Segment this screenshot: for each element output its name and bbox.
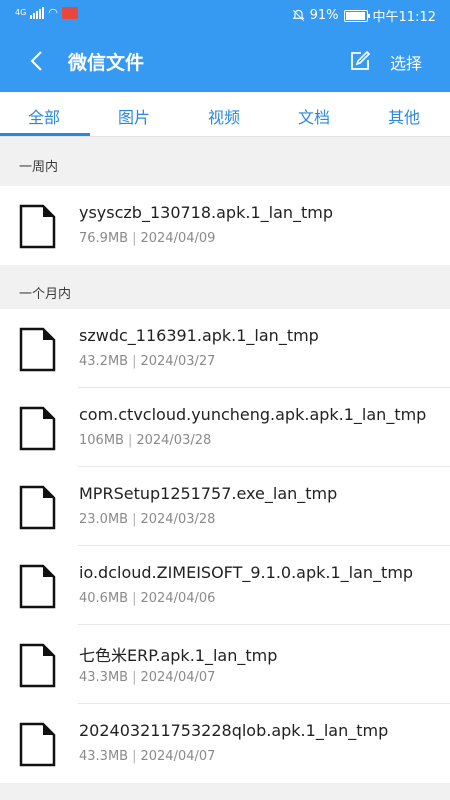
file-icon — [19, 204, 56, 249]
file-icon — [19, 406, 56, 451]
file-size: 40.6MB — [79, 591, 129, 606]
section-title: 一周内 — [19, 160, 59, 175]
file-date: 2024/04/07 — [140, 670, 216, 685]
file-size: 43.2MB — [79, 354, 129, 369]
signal-icon — [30, 6, 45, 19]
file-name: szwdc_116391.apk.1_lan_tmp — [79, 326, 319, 345]
file-row[interactable]: io.dcloud.ZIMEISOFT_9.1.0.apk.1_lan_tmp … — [0, 546, 450, 625]
file-icon — [19, 485, 56, 530]
category-tabs: 全部 图片 视频 文档 其他 — [0, 92, 450, 137]
file-size: 106MB — [79, 433, 124, 448]
file-row[interactable]: szwdc_116391.apk.1_lan_tmp 43.2MB | 2024/0… — [0, 309, 450, 388]
file-row[interactable]: 七色米ERP.apk.1_lan_tmp 43.3MB | 2024/04/07 — [0, 625, 450, 704]
back-arrow-icon[interactable] — [28, 50, 48, 72]
file-name: 202403211753228qlob.apk.1_lan_tmp — [79, 721, 389, 740]
file-date: 2024/04/09 — [140, 231, 216, 246]
file-date: 2024/03/28 — [140, 512, 216, 527]
file-date: 2024/03/28 — [136, 433, 212, 448]
app-notification-icon — [61, 6, 78, 19]
file-meta: 43.3MB | 2024/04/07 — [79, 749, 216, 764]
file-icon — [19, 327, 56, 372]
section-header-week: 一周内 — [0, 138, 450, 186]
file-name: MPRSetup1251757.exe_lan_tmp — [79, 484, 338, 503]
file-name: io.dcloud.ZIMEISOFT_9.1.0.apk.1_lan_tmp — [79, 563, 414, 582]
file-meta: 43.3MB | 2024/04/07 — [79, 670, 216, 685]
file-row[interactable]: ysysczb_130718.apk.1_lan_tmp 76.9MB | 2024… — [0, 186, 450, 265]
file-icon — [19, 643, 56, 688]
tab-images[interactable]: 图片 — [118, 104, 150, 128]
file-icon — [19, 564, 56, 609]
status-time: 中午11:12 — [372, 10, 436, 25]
select-button[interactable]: 选择 — [390, 50, 422, 74]
title-bar: 微信文件 选择 — [0, 30, 450, 92]
file-meta: 43.2MB | 2024/03/27 — [79, 354, 216, 369]
file-size: 43.3MB — [79, 749, 129, 764]
file-name: com.ctvcloud.yuncheng.apk.apk.1_lan_tmp — [79, 405, 427, 424]
battery-percent: 91% — [309, 8, 339, 23]
mute-bell-icon — [292, 9, 304, 22]
network-type: 4G — [15, 7, 27, 17]
tab-other[interactable]: 其他 — [388, 104, 420, 128]
section-title: 一个月内 — [19, 287, 72, 302]
file-icon — [19, 722, 56, 767]
status-right: 91% 中午11:12 — [292, 6, 436, 25]
file-meta: 23.0MB | 2024/03/28 — [79, 512, 216, 527]
file-meta: 106MB | 2024/03/28 — [79, 433, 212, 448]
tab-all[interactable]: 全部 — [28, 104, 60, 128]
page-title: 微信文件 — [68, 52, 145, 74]
battery-icon — [343, 9, 370, 22]
file-date: 2024/04/07 — [140, 749, 216, 764]
file-size: 23.0MB — [79, 512, 129, 527]
tab-indicator — [0, 133, 90, 136]
file-name: 七色米ERP.apk.1_lan_tmp — [79, 646, 278, 665]
file-date: 2024/04/06 — [140, 591, 216, 606]
file-row[interactable]: com.ctvcloud.yuncheng.apk.apk.1_lan_tmp … — [0, 388, 450, 467]
status-left: 4G ◠ — [15, 6, 78, 19]
tab-videos[interactable]: 视频 — [208, 104, 240, 128]
file-size: 43.3MB — [79, 670, 129, 685]
file-meta: 76.9MB | 2024/04/09 — [79, 231, 216, 246]
status-bar: 4G ◠ 91% 中午11:12 — [0, 0, 450, 30]
wifi-icon: ◠ — [48, 6, 58, 19]
file-row[interactable]: MPRSetup1251757.exe_lan_tmp 23.0MB | 2024/… — [0, 467, 450, 546]
file-meta: 40.6MB | 2024/04/06 — [79, 591, 216, 606]
file-date: 2024/03/27 — [140, 354, 216, 369]
file-name: ysysczb_130718.apk.1_lan_tmp — [79, 203, 334, 222]
file-size: 76.9MB — [79, 231, 129, 246]
file-row[interactable]: 202403211753228qlob.apk.1_lan_tmp 43.3MB… — [0, 704, 450, 783]
section-header-month: 一个月内 — [0, 265, 450, 313]
tab-documents[interactable]: 文档 — [298, 104, 330, 128]
edit-icon[interactable] — [349, 50, 371, 72]
